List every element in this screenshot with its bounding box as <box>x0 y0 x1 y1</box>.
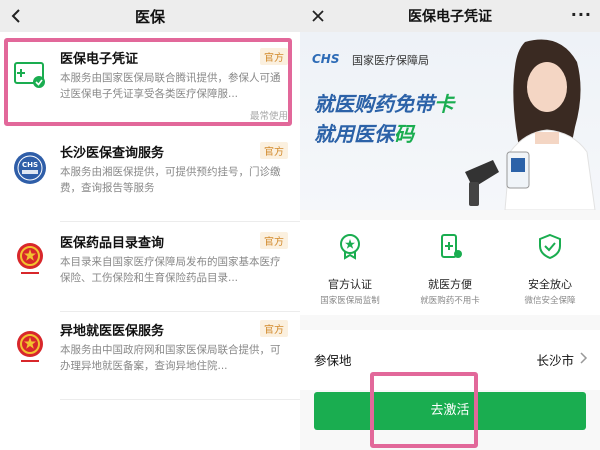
right-panel: 医保电子凭证 ··· CHS 国家医疗保障局 就医购药免带卡 就用医保码 官方认… <box>300 0 600 450</box>
national-emblem-logo <box>17 331 43 362</box>
feature-official: 官方认证 国家医保局监制 <box>300 220 400 315</box>
svg-text:CHS: CHS <box>22 161 38 169</box>
feature-row: 官方认证 国家医保局监制 就医方便 就医购药不用卡 安全放心 微信安全保障 <box>300 220 600 315</box>
feature-secure: 安全放心 微信安全保障 <box>500 220 600 315</box>
list-item-changsha-query[interactable]: CHS 长沙医保查询服务 官方 本服务由湘医保提供，可提供预约挂号，门诊缴费，查… <box>0 132 300 222</box>
feature-title: 安全放心 <box>528 278 572 291</box>
divider <box>60 399 300 400</box>
shield-check-icon <box>539 233 561 260</box>
list-item-drug-catalog[interactable]: 医保药品目录查询 官方 本目录来自国家医疗保障局发布的国家基本医疗保险、工伤保险… <box>0 222 300 312</box>
national-emblem-logo <box>17 243 43 274</box>
feature-title: 官方认证 <box>328 278 372 291</box>
right-header: 医保电子凭证 ··· <box>300 0 600 32</box>
medical-phone-icon <box>441 234 462 258</box>
item-description: 本目录来自国家医疗保障局发布的国家基本医疗保险、工伤保险和生育保险药品目录... <box>60 256 281 284</box>
woman-with-phone-illustration <box>465 39 596 210</box>
official-badge-icon <box>340 234 360 260</box>
item-name: 异地就医医保服务 <box>60 324 165 339</box>
slogan-line-1: 就医购药免带卡 <box>314 92 454 116</box>
more-options-icon[interactable]: ··· <box>571 5 592 24</box>
official-badge: 官方 <box>260 320 288 337</box>
chs-seal-logo: CHS <box>14 152 46 184</box>
left-header: 医保 <box>0 0 300 32</box>
official-badge: 官方 <box>260 142 288 159</box>
chevron-right-icon <box>580 352 588 364</box>
feature-subtitle: 就医购药不用卡 <box>420 296 480 306</box>
page-title: 医保电子凭证 <box>408 9 492 25</box>
location-value: 长沙市 <box>536 353 574 368</box>
highlight-box <box>370 372 478 448</box>
official-badge: 官方 <box>260 232 288 249</box>
location-label: 参保地 <box>314 353 352 368</box>
item-name: 长沙医保查询服务 <box>60 146 165 161</box>
item-description: 本服务由中国政府网和国家医保局联合提供，可办理异地就医备案，查询异地住院... <box>60 344 281 372</box>
highlight-box <box>4 38 292 126</box>
left-panel: 医保 医保电子凭证 官方 本服务由国家医保局联合腾讯提供，参保人可通过医保电子凭… <box>0 0 300 450</box>
feature-subtitle: 国家医保局监制 <box>320 296 380 306</box>
item-name: 医保药品目录查询 <box>60 236 165 251</box>
bureau-name: 国家医疗保障局 <box>352 54 429 67</box>
feature-subtitle: 微信安全保障 <box>524 296 576 306</box>
slogan-line-2: 就用医保码 <box>314 122 414 146</box>
page-title: 医保 <box>134 8 165 26</box>
chs-logo: CHS <box>312 52 340 66</box>
item-description: 本服务由湘医保提供，可提供预约挂号，门诊缴费，查询报告等服务 <box>60 166 281 194</box>
feature-convenient: 就医方便 就医购药不用卡 <box>400 220 500 315</box>
list-item-remote-medical[interactable]: 异地就医医保服务 官方 本服务由中国政府网和国家医保局联合提供，可办理异地就医备… <box>0 310 300 400</box>
promo-banner: CHS 国家医疗保障局 就医购药免带卡 就用医保码 <box>300 32 600 210</box>
feature-title: 就医方便 <box>428 278 472 291</box>
